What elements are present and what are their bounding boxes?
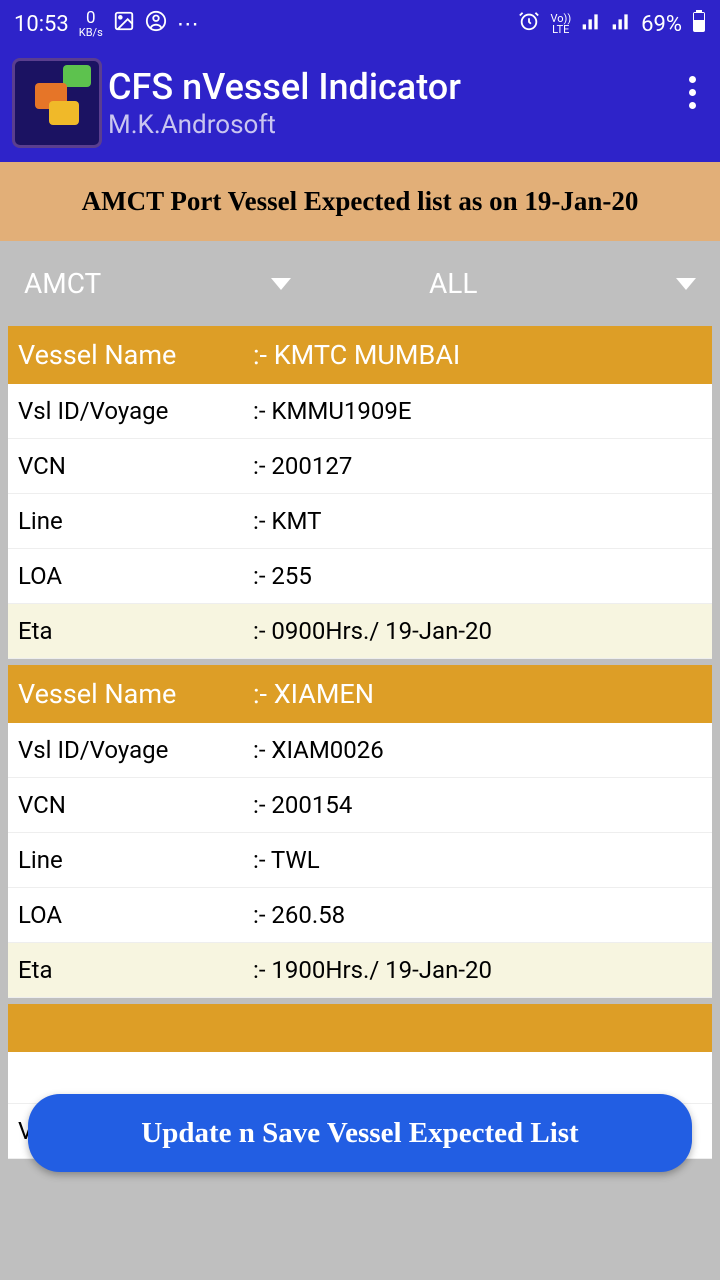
table-row-eta: Eta :- 1900Hrs./ 19-Jan-20 bbox=[8, 943, 712, 998]
chevron-down-icon bbox=[676, 278, 696, 290]
table-row: VCN :- 200127 bbox=[8, 439, 712, 494]
overflow-menu-icon[interactable] bbox=[689, 76, 696, 109]
battery-icon bbox=[692, 10, 706, 38]
filter-bar: AMCT ALL bbox=[0, 241, 720, 326]
table-row: LOA :- 260.58 bbox=[8, 888, 712, 943]
status-time: 10:53 bbox=[14, 12, 69, 37]
vessel-header-row: Vessel Name :- KMTC MUMBAI bbox=[8, 326, 712, 384]
table-row-eta: Eta :- 0900Hrs./ 19-Jan-20 bbox=[8, 604, 712, 659]
image-icon bbox=[113, 10, 135, 38]
status-bar: 10:53 0 KB/s ⋯ Vo))LTE 69% bbox=[0, 0, 720, 48]
page-banner: AMCT Port Vessel Expected list as on 19-… bbox=[0, 162, 720, 241]
alarm-icon bbox=[518, 10, 540, 38]
table-row: Vsl ID/Voyage :- XIAM0026 bbox=[8, 723, 712, 778]
update-save-button[interactable]: Update n Save Vessel Expected List bbox=[28, 1094, 692, 1172]
app-subtitle: M.K.Androsoft bbox=[108, 110, 708, 140]
lte-icon: Vo))LTE bbox=[550, 13, 571, 35]
table-row: Line :- TWL bbox=[8, 833, 712, 888]
vessel-header-row bbox=[8, 1004, 712, 1052]
more-icon: ⋯ bbox=[177, 12, 199, 37]
battery-text: 69% bbox=[641, 12, 682, 37]
table-row: Line :- KMT bbox=[8, 494, 712, 549]
scope-dropdown[interactable]: ALL bbox=[309, 267, 714, 300]
vessel-card: Vessel Name :- KMTC MUMBAI Vsl ID/Voyage… bbox=[8, 326, 712, 659]
table-row: LOA :- 255 bbox=[8, 549, 712, 604]
data-speed-icon: 0 KB/s bbox=[79, 10, 103, 38]
port-dropdown[interactable]: AMCT bbox=[6, 267, 309, 300]
app-logo-icon bbox=[12, 58, 102, 148]
port-dropdown-value: AMCT bbox=[24, 267, 101, 300]
signal-icon-2 bbox=[611, 11, 631, 37]
table-row: Vsl ID/Voyage :- KMMU1909E bbox=[8, 384, 712, 439]
app-title: CFS nVessel Indicator bbox=[108, 66, 708, 108]
vessel-card: Vessel Name :- XIAMEN Vsl ID/Voyage :- X… bbox=[8, 665, 712, 998]
scope-dropdown-value: ALL bbox=[429, 267, 477, 300]
chevron-down-icon bbox=[271, 278, 291, 290]
app-bar: CFS nVessel Indicator M.K.Androsoft bbox=[0, 48, 720, 162]
person-icon bbox=[145, 10, 167, 38]
vessel-list[interactable]: Vessel Name :- KMTC MUMBAI Vsl ID/Voyage… bbox=[0, 326, 720, 1159]
signal-icon bbox=[581, 11, 601, 37]
vessel-header-row: Vessel Name :- XIAMEN bbox=[8, 665, 712, 723]
table-row: VCN :- 200154 bbox=[8, 778, 712, 833]
